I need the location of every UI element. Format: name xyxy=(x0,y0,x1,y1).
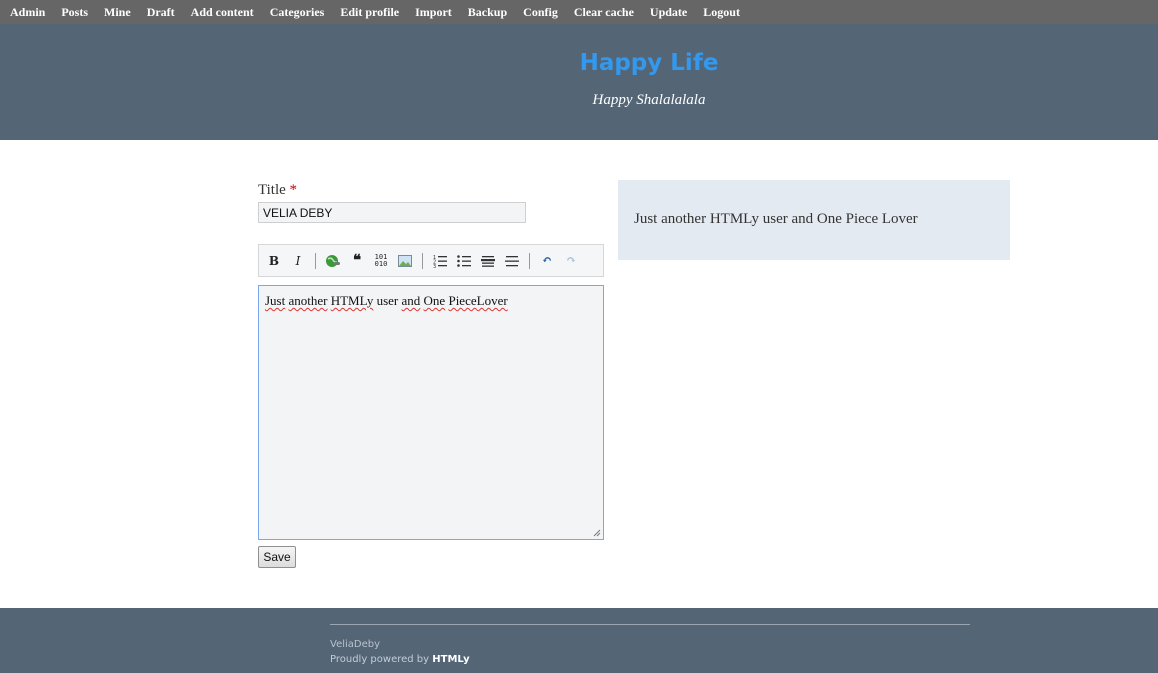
admin-link-logout[interactable]: Logout xyxy=(703,5,740,19)
admin-link-config[interactable]: Config xyxy=(523,5,558,19)
footer-divider xyxy=(330,624,970,625)
editor-word: and xyxy=(401,293,421,308)
site-tagline: Happy Shalalalala xyxy=(592,92,706,108)
horizontal-rule-icon[interactable] xyxy=(501,250,523,272)
toolbar-separator xyxy=(315,252,316,269)
admin-link-import[interactable]: Import xyxy=(415,5,452,19)
italic-icon[interactable]: I xyxy=(287,250,309,272)
code-icon[interactable]: 101 010 xyxy=(370,250,392,272)
admin-link-mine[interactable]: Mine xyxy=(104,5,131,19)
title-label: Title * xyxy=(258,182,297,199)
admin-menu: Admin Posts Mine Draft Add content Categ… xyxy=(0,0,1158,24)
admin-link-draft[interactable]: Draft xyxy=(147,5,175,19)
toolbar-separator xyxy=(529,252,530,269)
required-marker: * xyxy=(289,182,298,198)
save-button[interactable]: Save xyxy=(258,546,296,568)
editor-word: One xyxy=(423,293,446,308)
admin-link-add-content[interactable]: Add content xyxy=(191,5,254,19)
toolbar-separator xyxy=(422,252,423,269)
image-icon[interactable] xyxy=(394,250,416,272)
content-editor[interactable]: Just another HTMLy user and One PieceLov… xyxy=(258,285,604,540)
admin-link-categories[interactable]: Categories xyxy=(270,5,325,19)
redo-icon[interactable]: ↷ xyxy=(560,250,582,272)
link-icon[interactable] xyxy=(322,250,344,272)
admin-link-admin[interactable]: Admin xyxy=(10,5,45,19)
editor-word: user xyxy=(376,293,399,308)
site-title[interactable]: Happy Life xyxy=(0,50,1158,76)
heading-icon[interactable] xyxy=(477,250,499,272)
resize-grip-icon[interactable] xyxy=(593,529,601,537)
footer-htmly-link[interactable]: HTMLy xyxy=(432,654,469,665)
admin-link-update[interactable]: Update xyxy=(650,5,687,19)
editor-word: Just xyxy=(265,293,286,308)
admin-link-backup[interactable]: Backup xyxy=(468,5,507,19)
code-icon-glyph-2: 010 xyxy=(374,259,388,268)
ordered-list-icon[interactable]: 123 xyxy=(429,250,451,272)
title-label-text: Title xyxy=(258,182,286,198)
admin-link-edit-profile[interactable]: Edit profile xyxy=(340,5,399,19)
footer-powered-prefix: Proudly powered by xyxy=(330,654,430,665)
site-footer: VeliaDeby Proudly powered by HTMLy xyxy=(0,608,1158,673)
admin-link-clear-cache[interactable]: Clear cache xyxy=(574,5,634,19)
svg-text:3: 3 xyxy=(433,264,436,268)
content-preview: Just another HTMLy user and One Piece Lo… xyxy=(618,180,1010,260)
footer-author: VeliaDeby xyxy=(330,639,381,650)
footer-powered-by: Proudly powered by HTMLy xyxy=(330,654,470,665)
unordered-list-icon[interactable] xyxy=(453,250,475,272)
title-input[interactable] xyxy=(258,202,526,223)
editor-word: another xyxy=(288,293,328,308)
undo-icon[interactable]: ↶ xyxy=(536,250,558,272)
editor-toolbar: B I ❝ 101 010 123 ↶ ↷ xyxy=(258,244,604,277)
site-header: Happy Life Happy Shalalalala xyxy=(0,24,1158,140)
admin-link-posts[interactable]: Posts xyxy=(61,5,88,19)
editor-word: Piece xyxy=(448,293,477,308)
quote-icon[interactable]: ❝ xyxy=(346,250,368,272)
preview-text: Just another HTMLy user and One Piece Lo… xyxy=(634,211,918,227)
editor-word: HTMLy xyxy=(330,293,374,308)
bold-icon[interactable]: B xyxy=(263,250,285,272)
editor-word: Lover xyxy=(476,293,508,308)
admin-bar: Admin Posts Mine Draft Add content Categ… xyxy=(0,0,1158,24)
